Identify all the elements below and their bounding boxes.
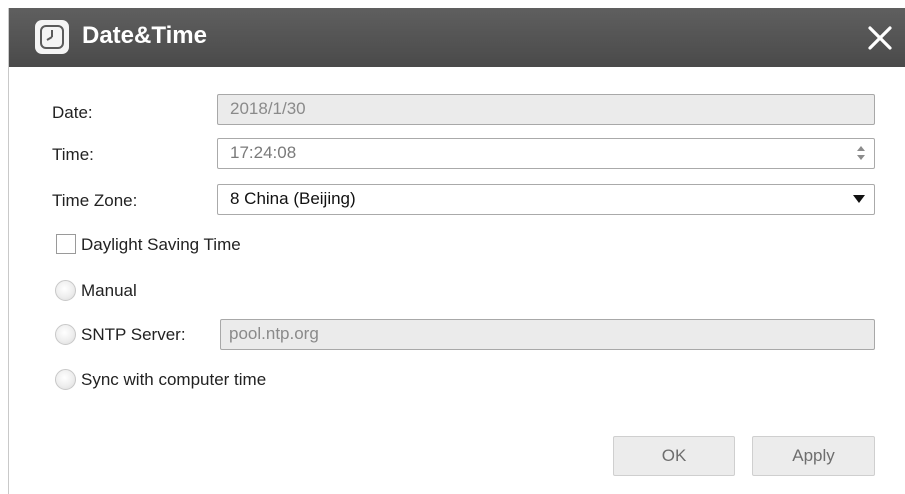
timezone-select[interactable]: 8 China (Beijing) [217,184,875,215]
manual-radio[interactable] [55,280,76,301]
date-label: Date: [52,103,93,122]
dialog-titlebar: Date&Time [9,8,905,67]
dst-checkbox[interactable] [56,234,76,254]
close-icon[interactable] [867,25,893,51]
sntp-radio[interactable] [55,324,76,345]
manual-label: Manual [81,281,137,300]
stepper-arrows-icon[interactable] [856,145,866,161]
timezone-value: 8 China (Beijing) [230,189,356,208]
date-field: 2018/1/30 [217,94,875,125]
dialog-title: Date&Time [82,22,207,49]
ok-button[interactable]: OK [613,436,735,476]
timezone-label: Time Zone: [52,191,138,210]
dst-label: Daylight Saving Time [81,235,241,254]
time-stepper[interactable]: 17:24:08 [217,138,875,169]
sync-computer-radio[interactable] [55,369,76,390]
date-time-dialog: Date&Time Date: 2018/1/30 Time: 17:24:08… [8,8,905,494]
sntp-label: SNTP Server: [81,325,186,344]
sntp-server-field: pool.ntp.org [220,319,875,350]
chevron-down-icon [853,195,865,203]
apply-button[interactable]: Apply [752,436,875,476]
clock-icon [35,20,69,54]
time-value: 17:24:08 [230,143,297,162]
time-label: Time: [52,145,94,164]
sync-computer-label: Sync with computer time [81,370,267,389]
